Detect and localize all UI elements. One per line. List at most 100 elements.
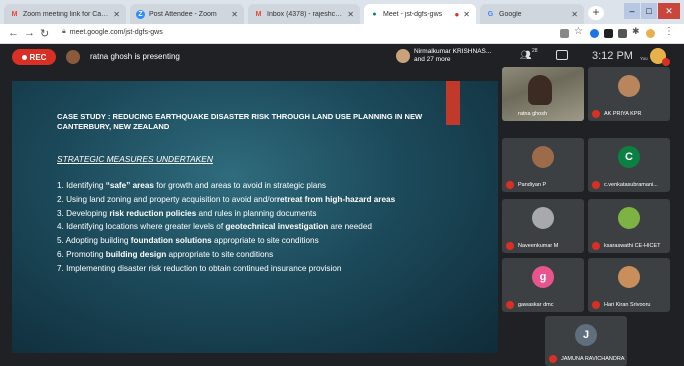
star-icon[interactable]: ☆ bbox=[574, 26, 583, 37]
participant-avatar bbox=[532, 207, 554, 229]
tab-title: Google bbox=[499, 10, 522, 18]
close-icon[interactable]: ✕ bbox=[571, 10, 578, 19]
participant-label: ⦙ ratna ghosh bbox=[506, 110, 582, 118]
tab-zoom-link[interactable]: M Zoom meeting link for Career C ✕ bbox=[4, 4, 126, 24]
measure-bold: building design bbox=[105, 249, 167, 259]
url-text: meet.google.com/jst-dgfs-gws bbox=[69, 28, 163, 36]
measure-pre: Implementing disaster risk reduction to … bbox=[66, 263, 342, 273]
mic-off-icon bbox=[592, 110, 600, 118]
slide-accent-bar bbox=[446, 81, 460, 125]
participant-avatar bbox=[532, 146, 554, 168]
close-icon[interactable]: ✕ bbox=[231, 10, 238, 19]
rec-label: REC bbox=[29, 52, 47, 62]
chat-icon[interactable] bbox=[556, 50, 568, 60]
gmail-icon: M bbox=[255, 10, 262, 18]
participant-tile[interactable]: Cc.venkatasubramani... bbox=[588, 138, 670, 192]
participant-name: ratna ghosh bbox=[518, 111, 548, 117]
slide-heading: STRATEGIC MEASURES UNDERTAKEN bbox=[57, 154, 213, 164]
puzzle-icon[interactable]: ✱ bbox=[632, 26, 640, 37]
participant-avatar bbox=[618, 207, 640, 229]
extension-icon[interactable] bbox=[590, 29, 599, 38]
you-label: You bbox=[640, 56, 648, 61]
tab-inbox[interactable]: M Inbox (4378) - rajeshcit26@gm ✕ bbox=[248, 4, 360, 24]
mic-off-icon bbox=[592, 242, 600, 250]
record-dot-icon bbox=[21, 54, 27, 60]
tab-zoom-attendee[interactable]: Z Post Attendee - Zoom ✕ bbox=[130, 4, 244, 24]
mic-on-icon: ⦙ bbox=[509, 110, 511, 117]
participant-tile[interactable]: Naveenkumar M bbox=[502, 199, 584, 253]
measure-num: 1. bbox=[57, 181, 67, 190]
measure-num: 4. bbox=[57, 222, 67, 232]
forward-icon[interactable]: → bbox=[24, 27, 35, 39]
participant-name: JAMUNA RAVICHANDRAN bbox=[561, 356, 625, 362]
back-icon[interactable]: ← bbox=[8, 27, 19, 39]
window-close-button[interactable]: ✕ bbox=[658, 3, 680, 19]
measure-bold: foundation solutions bbox=[130, 236, 212, 246]
measure-item: 1. Identifying “safe” areas for growth a… bbox=[57, 181, 489, 191]
minimize-button[interactable]: – bbox=[624, 3, 640, 19]
measure-pre: Adopting building bbox=[65, 236, 131, 246]
google-icon: G bbox=[487, 10, 494, 18]
mic-off-icon bbox=[506, 181, 514, 189]
measure-item: 2. Using land zoning and property acquis… bbox=[57, 195, 489, 205]
measure-num: 5. bbox=[57, 236, 66, 246]
presenter-avatar bbox=[66, 50, 80, 64]
tab-title: Inbox (4378) - rajeshcit26@gm bbox=[267, 10, 343, 18]
participant-avatar: g bbox=[532, 266, 554, 288]
slide-title: CASE STUDY : REDUCING EARTHQUAKE DISASTE… bbox=[57, 112, 423, 131]
extension-icon[interactable] bbox=[604, 29, 613, 38]
participant-name: Hari Kiran Srivooru bbox=[604, 302, 651, 308]
measure-bold: “safe” areas bbox=[105, 181, 154, 190]
measure-bold: geotechnical investigation bbox=[225, 222, 329, 232]
reload-icon[interactable]: ↻ bbox=[40, 27, 49, 40]
participant-label: c.venkatasubramani... bbox=[592, 181, 668, 189]
participant-tile[interactable]: ⦙ ratna ghosh bbox=[502, 67, 584, 121]
menu-icon[interactable]: ⋮ bbox=[664, 26, 674, 37]
shared-slide: CASE STUDY : REDUCING EARTHQUAKE DISASTE… bbox=[12, 81, 498, 353]
measure-post: and rules in planning documents bbox=[196, 208, 317, 218]
participant-tile[interactable]: Hari Kiran Srivooru bbox=[588, 258, 670, 312]
mic-off-icon bbox=[549, 355, 557, 363]
measure-num: 3. bbox=[57, 208, 67, 218]
participant-avatar bbox=[618, 266, 640, 288]
participant-name: ksaraswathi CE-HICET bbox=[604, 243, 661, 249]
tab-google[interactable]: G Google ✕ bbox=[480, 4, 584, 24]
camera-icon[interactable] bbox=[560, 29, 569, 38]
close-icon[interactable]: ✕ bbox=[463, 10, 470, 19]
participant-avatar: J bbox=[575, 324, 597, 346]
measure-item: 6. Promoting building design appropriate… bbox=[57, 250, 489, 260]
participant-tile[interactable]: ksaraswathi CE-HICET bbox=[588, 199, 670, 253]
measure-item: 4. Identifying locations where greater l… bbox=[57, 222, 489, 232]
measure-post: appropriate to site conditions bbox=[166, 249, 274, 259]
address-bar: ← → ↻ 🔒︎ meet.google.com/jst-dgfs-gws ☆ … bbox=[0, 24, 684, 44]
participant-avatar bbox=[618, 75, 640, 97]
participant-label: Naveenkumar M bbox=[506, 242, 582, 250]
new-tab-button[interactable]: + bbox=[588, 6, 604, 20]
lock-icon: 🔒︎ bbox=[62, 28, 66, 35]
maximize-button[interactable]: □ bbox=[641, 3, 657, 19]
mic-off-icon bbox=[506, 242, 514, 250]
people-icon[interactable]: 👥︎ bbox=[520, 50, 531, 61]
measure-pre: Using land zoning and property acquisiti… bbox=[66, 194, 277, 204]
tab-title: Meet - jst-dgfs-gws bbox=[383, 10, 443, 18]
tab-strip: M Zoom meeting link for Career C ✕ Z Pos… bbox=[0, 0, 684, 24]
participant-avatar bbox=[396, 49, 410, 63]
extension-icon[interactable] bbox=[618, 29, 627, 38]
mic-off-icon bbox=[592, 301, 600, 309]
close-icon[interactable]: ✕ bbox=[113, 10, 120, 19]
profile-icon[interactable] bbox=[646, 29, 655, 38]
mic-off-icon bbox=[506, 301, 514, 309]
measure-num: 6. bbox=[57, 249, 67, 259]
tab-meet[interactable]: ● Meet - jst-dgfs-gws ● ✕ bbox=[364, 4, 476, 24]
measure-pre: Promoting bbox=[66, 249, 106, 259]
participant-tile[interactable]: Pandiyan P bbox=[502, 138, 584, 192]
measure-num: 7. bbox=[57, 263, 67, 273]
close-icon[interactable]: ✕ bbox=[347, 10, 354, 19]
measure-item: 7. Implementing disaster risk reduction … bbox=[57, 264, 489, 274]
url-field[interactable]: 🔒︎ meet.google.com/jst-dgfs-gws bbox=[62, 28, 163, 36]
browser-window: M Zoom meeting link for Career C ✕ Z Pos… bbox=[0, 0, 684, 366]
participant-tile[interactable]: g gawaskar dmc bbox=[502, 258, 584, 312]
participant-label: ksaraswathi CE-HICET bbox=[592, 242, 668, 250]
participant-tile[interactable]: AK PRIYA KPR bbox=[588, 67, 670, 121]
participant-tile[interactable]: J JAMUNA RAVICHANDRAN bbox=[545, 316, 627, 366]
